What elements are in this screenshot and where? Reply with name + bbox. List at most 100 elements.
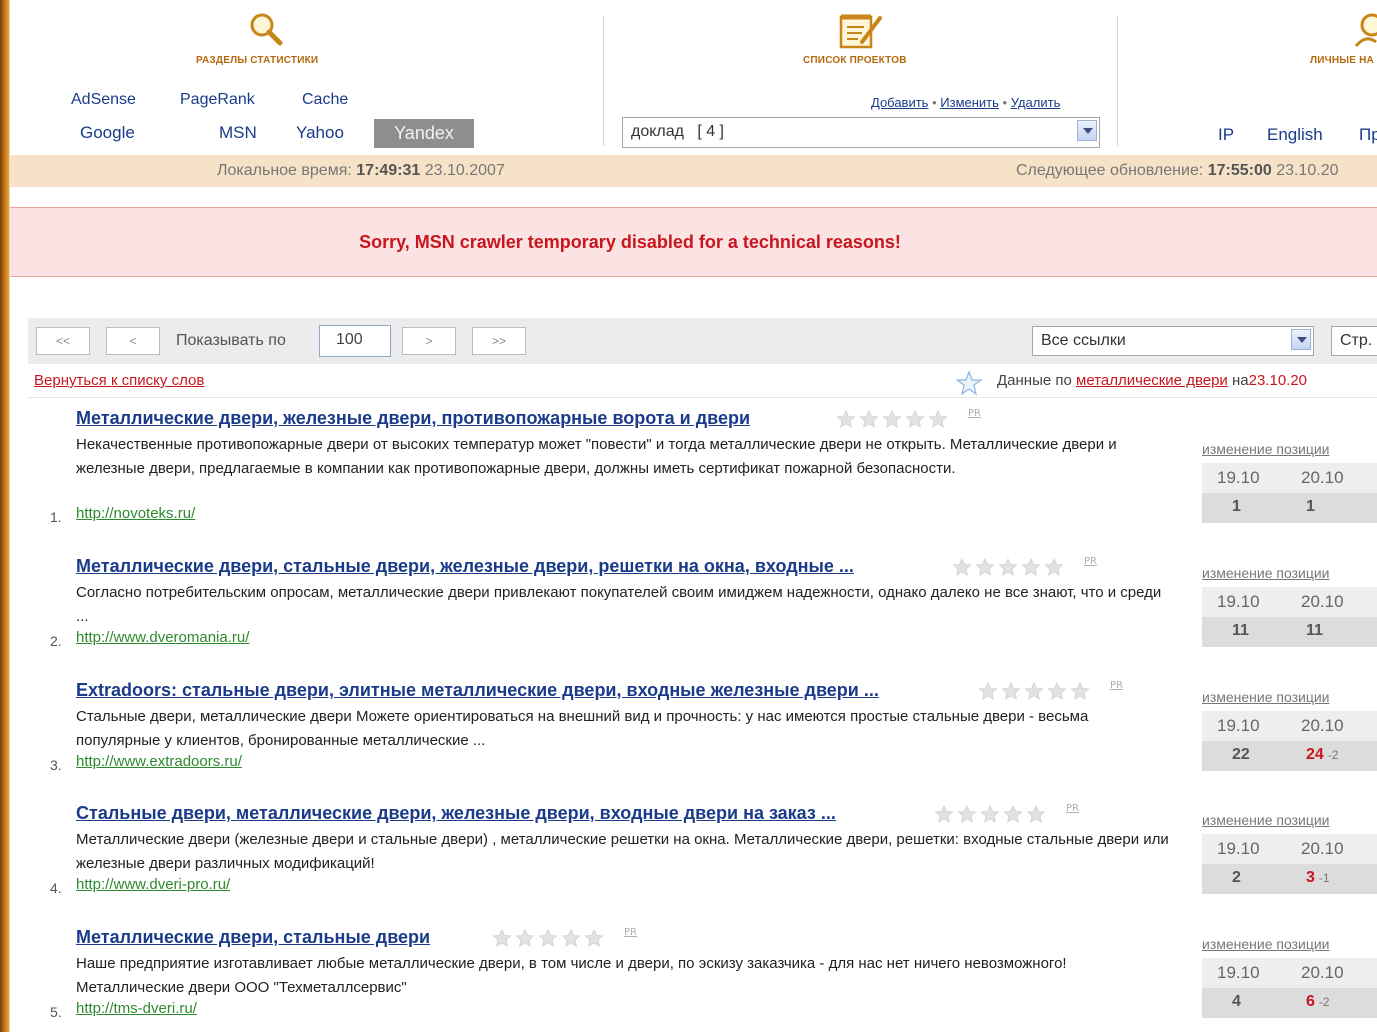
result-title-link[interactable]: Металлические двери, железные двери, про… <box>76 408 750 429</box>
position-date: 19.10 <box>1217 839 1260 858</box>
result-title-link[interactable]: Extradoors: стальные двери, элитные мета… <box>76 680 879 701</box>
result-title-link[interactable]: Металлические двери, стальные двери <box>76 927 430 948</box>
app-frame: РАЗДЕЛЫ СТАТИСТИКИ AdSense PageRank Cach… <box>10 0 1377 1032</box>
pagerank-badge[interactable]: PR <box>624 927 637 938</box>
local-date-value: 23.10.2007 <box>424 162 505 179</box>
position-change-link[interactable]: изменение позиции <box>1202 812 1330 828</box>
pagerank-badge[interactable]: PR <box>1084 556 1097 567</box>
position-delta: -1 <box>1318 871 1330 885</box>
add-project-link[interactable]: Добавить <box>871 95 928 110</box>
list-item: Металлические двери, стальные двери, жел… <box>10 556 1377 676</box>
position-date: 19.10 <box>1217 468 1260 487</box>
pagerank-badge[interactable]: PR <box>1066 803 1079 814</box>
header-divider <box>603 16 604 146</box>
rating-stars-icon[interactable] <box>952 558 1068 580</box>
position-date: 20.10 <box>1301 963 1344 982</box>
last-page-button[interactable]: >> <box>472 327 526 355</box>
position-value: 4 <box>1232 993 1241 1010</box>
list-item: Стальные двери, металлические двери, жел… <box>10 803 1377 923</box>
position-value: 3 <box>1306 869 1315 886</box>
project-select[interactable]: доклад [ 4 ] <box>622 117 1100 148</box>
yandex-tab-active[interactable]: Yandex <box>374 119 474 148</box>
position-change-link[interactable]: изменение позиции <box>1202 441 1330 457</box>
msn-link[interactable]: MSN <box>219 123 257 143</box>
position-value-current: 6 -2 <box>1306 993 1330 1011</box>
pager-bar: << < Показывать по 100 > >> Все ссылки С… <box>28 318 1377 364</box>
pagerank-link[interactable]: PageRank <box>180 91 255 109</box>
result-url-link[interactable]: http://www.dveri-pro.ru/ <box>76 876 230 893</box>
position-dates-row: 19.10 20.10 <box>1202 834 1377 864</box>
alert-message: Sorry, MSN crawler temporary disabled fo… <box>359 232 901 252</box>
ip-link[interactable]: IP <box>1218 125 1234 145</box>
separator: • <box>932 95 937 110</box>
edit-project-link[interactable]: Изменить <box>940 95 999 110</box>
position-value: 24 <box>1306 746 1324 763</box>
page-select-label: Стр. <box>1340 332 1373 349</box>
next-update: Следующее обновление: 17:55:00 23.10.20 <box>1016 162 1339 180</box>
result-number: 1. <box>50 509 62 525</box>
favorite-star-icon[interactable] <box>955 370 983 400</box>
personal-section-title: ЛИЧНЫЕ НА <box>1310 55 1374 66</box>
position-date: 19.10 <box>1217 963 1260 982</box>
position-date: 20.10 <box>1301 592 1344 611</box>
position-values-row: 22 24 -2 <box>1202 741 1377 771</box>
prev-page-button[interactable]: < <box>106 327 160 355</box>
page-select[interactable]: Стр. <box>1331 326 1377 356</box>
position-dates-row: 19.10 20.10 <box>1202 711 1377 741</box>
result-url-link[interactable]: http://novoteks.ru/ <box>76 505 195 522</box>
result-number: 4. <box>50 880 62 896</box>
link-filter-select[interactable]: Все ссылки <box>1032 326 1314 356</box>
rating-stars-icon[interactable] <box>978 682 1094 704</box>
position-change-link[interactable]: изменение позиции <box>1202 936 1330 952</box>
adsense-link[interactable]: AdSense <box>71 91 136 109</box>
result-snippet: Стальные двери, металлические двери Може… <box>76 708 1089 749</box>
result-snippet: Некачественные противопожарные двери от … <box>76 436 1117 477</box>
position-date: 19.10 <box>1217 592 1260 611</box>
rating-stars-icon[interactable] <box>836 410 952 432</box>
list-item: Extradoors: стальные двери, элитные мета… <box>10 680 1377 800</box>
result-url-link[interactable]: http://www.extradoors.ru/ <box>76 753 242 770</box>
position-change-link[interactable]: изменение позиции <box>1202 565 1330 581</box>
result-url-link[interactable]: http://tms-dveri.ru/ <box>76 1000 197 1017</box>
data-date: 23.10.20 <box>1248 372 1308 389</box>
position-values-row: 11 <box>1202 493 1377 523</box>
user-icon[interactable] <box>1354 12 1377 52</box>
rating-stars-icon[interactable] <box>934 805 1050 827</box>
position-value-current: 3 -1 <box>1306 869 1330 887</box>
rating-stars-icon[interactable] <box>492 929 608 951</box>
back-to-words-link[interactable]: Вернуться к списку слов <box>34 372 204 389</box>
first-page-button[interactable]: << <box>36 327 90 355</box>
result-title-link[interactable]: Стальные двери, металлические двери, жел… <box>76 803 836 824</box>
data-for-on: на <box>1231 372 1249 389</box>
result-url-link[interactable]: http://www.dveromania.ru/ <box>76 629 249 646</box>
keyword-link[interactable]: металлические двери <box>1076 372 1228 389</box>
result-number: 2. <box>50 633 62 649</box>
position-values-row: 4 6 -2 <box>1202 988 1377 1018</box>
pagerank-badge[interactable]: PR <box>968 408 981 419</box>
next-update-time: 17:55:00 <box>1207 162 1272 179</box>
position-value-current: 11 <box>1306 622 1327 640</box>
result-title-link[interactable]: Металлические двери, стальные двери, жел… <box>76 556 854 577</box>
chevron-down-icon[interactable] <box>1291 329 1311 350</box>
position-value: 1 <box>1232 498 1241 515</box>
search-icon[interactable] <box>248 12 288 52</box>
pagerank-badge[interactable]: PR <box>1110 680 1123 691</box>
list-item: Металлические двери, стальные двери PR Наш… <box>10 927 1377 1032</box>
cache-link[interactable]: Cache <box>302 91 348 109</box>
next-page-button[interactable]: > <box>402 327 456 355</box>
result-snippet: Наше предприятие изготавливает любые мет… <box>76 955 1067 996</box>
per-page-input[interactable]: 100 <box>319 325 391 357</box>
position-change-link[interactable]: изменение позиции <box>1202 689 1330 705</box>
personal-more-link[interactable]: Пр <box>1359 125 1377 145</box>
list-item: Металлические двери, железные двери, про… <box>10 408 1377 528</box>
delete-project-link[interactable]: Удалить <box>1011 95 1061 110</box>
chevron-down-icon[interactable] <box>1077 120 1097 141</box>
yahoo-link[interactable]: Yahoo <box>296 123 344 143</box>
google-link[interactable]: Google <box>80 123 135 143</box>
position-value: 22 <box>1232 746 1250 763</box>
position-dates-row: 19.10 20.10 <box>1202 463 1377 493</box>
position-values-row: 11 11 <box>1202 617 1377 647</box>
notepad-icon[interactable] <box>838 10 884 54</box>
position-value: 11 <box>1232 622 1249 639</box>
english-link[interactable]: English <box>1267 125 1323 145</box>
